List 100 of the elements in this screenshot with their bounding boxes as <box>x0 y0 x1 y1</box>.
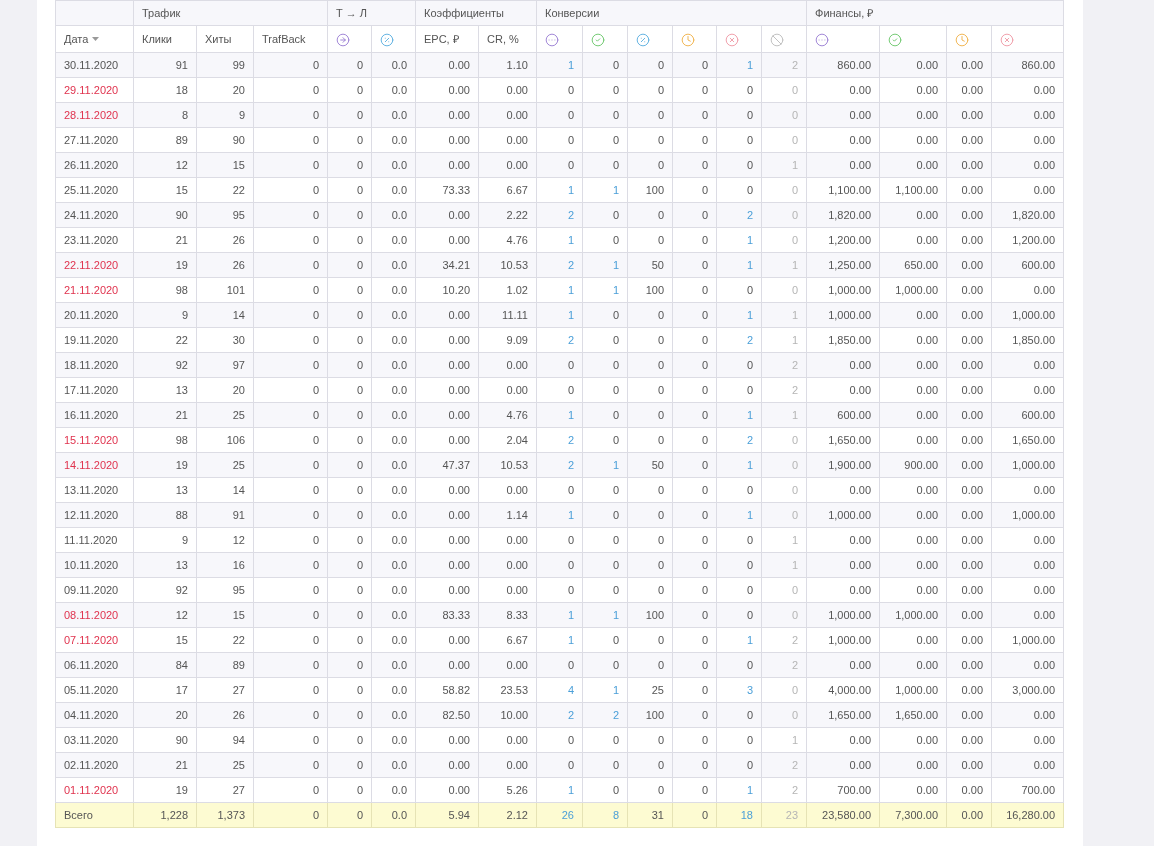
table-cell: 3,000.00 <box>1012 683 1056 696</box>
table-cell: 600.00 <box>1021 258 1056 271</box>
table-cell: 0.00 <box>448 508 470 521</box>
table-cell: 1 <box>746 308 753 321</box>
table-cell: 0.00 <box>849 383 871 396</box>
table-cell: 0.00 <box>961 783 983 796</box>
table-cell: 26 <box>232 233 245 246</box>
table-cell: 0 <box>791 208 798 221</box>
table-cell: 2 <box>791 783 798 796</box>
total-cell: 2.12 <box>506 808 528 821</box>
table-cell: 0 <box>567 733 574 746</box>
table-cell: 1,650.00 <box>895 708 938 721</box>
table-cell: 0.00 <box>1033 583 1056 596</box>
table-cell: 0.00 <box>849 558 871 571</box>
table-cell: 0.00 <box>916 233 938 246</box>
table-cell: 1,000.00 <box>895 683 938 696</box>
table-cell: 0 <box>356 658 363 671</box>
table-cell: 600.00 <box>837 408 871 421</box>
table-cell: 0 <box>567 483 574 496</box>
table-cell: 0.0 <box>391 608 407 621</box>
table-cell: 0 <box>356 308 363 321</box>
table-cell: 0.00 <box>448 233 470 246</box>
table-cell: 0.00 <box>448 533 470 546</box>
table-cell: 0.00 <box>961 108 983 121</box>
table-cell: 19 <box>175 458 188 471</box>
table-cell: 5.26 <box>506 783 528 796</box>
date-text: 20.11.2020 <box>64 308 119 321</box>
table-cell: 9 <box>181 308 188 321</box>
table-cell: 0.0 <box>391 258 407 271</box>
table-cell: 0 <box>356 558 363 571</box>
table-cell: 0.00 <box>506 358 528 371</box>
table-cell: 0 <box>356 358 363 371</box>
table-cell: 100 <box>645 708 664 721</box>
table-cell: 0 <box>612 408 619 421</box>
table-cell: 0 <box>701 458 708 471</box>
table-cell: 0.0 <box>391 108 407 121</box>
table-cell: 0.0 <box>391 158 407 171</box>
table-cell: 10.20 <box>442 283 470 296</box>
table-cell: 1 <box>791 258 798 271</box>
table-cell: 0 <box>701 208 708 221</box>
table-cell: 10.53 <box>500 458 528 471</box>
table-cell: 0.00 <box>961 633 983 646</box>
table-cell: 0.00 <box>916 733 938 746</box>
table-cell: 0 <box>701 433 708 446</box>
date-text: 06.11.2020 <box>64 658 119 671</box>
table-cell: 0 <box>746 533 753 546</box>
date-text: 23.11.2020 <box>64 233 119 246</box>
column-group-header: Трафик <box>142 6 181 19</box>
table-cell: 0.00 <box>961 83 983 96</box>
table-cell: 1,000.00 <box>895 608 938 621</box>
table-cell: 0.00 <box>961 433 983 446</box>
table-cell: 0 <box>612 658 619 671</box>
total-cell: 8 <box>612 808 619 821</box>
table-cell: 100 <box>645 183 664 196</box>
table-cell: 0 <box>356 258 363 271</box>
table-cell: 2 <box>612 708 619 721</box>
table-cell: 0 <box>312 408 319 421</box>
ellipsis-circle-icon <box>815 32 829 47</box>
table-cell: 0.0 <box>391 283 407 296</box>
table-cell: 58.82 <box>442 683 470 696</box>
total-cell: 0.0 <box>391 808 407 821</box>
table-cell: 0.00 <box>916 83 938 96</box>
table-cell: 0 <box>312 483 319 496</box>
table-cell: 0 <box>657 308 664 321</box>
percent-circle-icon <box>636 32 650 47</box>
date-text: 29.11.2020 <box>64 83 119 96</box>
table-cell: 1 <box>612 458 619 471</box>
table-cell: 83.33 <box>442 608 470 621</box>
table-cell: 2 <box>567 708 574 721</box>
table-cell: 91 <box>175 58 188 71</box>
table-cell: 0.00 <box>448 108 470 121</box>
table-cell: 1,100.00 <box>895 183 938 196</box>
table-cell: 0.0 <box>391 183 407 196</box>
total-label: Всего <box>64 808 93 821</box>
table-cell: 0.00 <box>1033 658 1056 671</box>
table-cell: 0.00 <box>506 158 528 171</box>
table-cell: 0 <box>312 533 319 546</box>
table-cell: 30 <box>232 333 245 346</box>
table-cell: 0 <box>612 208 619 221</box>
table-cell: 0 <box>791 183 798 196</box>
sort-caret-icon[interactable] <box>92 37 100 41</box>
column-group-header: Т → Л <box>336 6 368 19</box>
table-cell: 0 <box>356 433 363 446</box>
table-cell: 2 <box>567 458 574 471</box>
date-text: 09.11.2020 <box>64 583 119 596</box>
table-cell: 0 <box>312 583 319 596</box>
table-cell: 0.00 <box>961 133 983 146</box>
table-cell: 4.76 <box>506 408 528 421</box>
table-cell: 0.00 <box>916 333 938 346</box>
table-cell: 90 <box>175 733 188 746</box>
table-cell: 2 <box>567 258 574 271</box>
table-cell: 1 <box>567 283 574 296</box>
table-cell: 0.00 <box>961 208 983 221</box>
table-cell: 0.00 <box>448 208 470 221</box>
table-cell: 0.00 <box>448 758 470 771</box>
table-cell: 0 <box>746 283 753 296</box>
table-cell: 22 <box>232 183 245 196</box>
date-text: 21.11.2020 <box>64 283 119 296</box>
table-cell: 0.00 <box>961 233 983 246</box>
table-cell: 0 <box>312 258 319 271</box>
